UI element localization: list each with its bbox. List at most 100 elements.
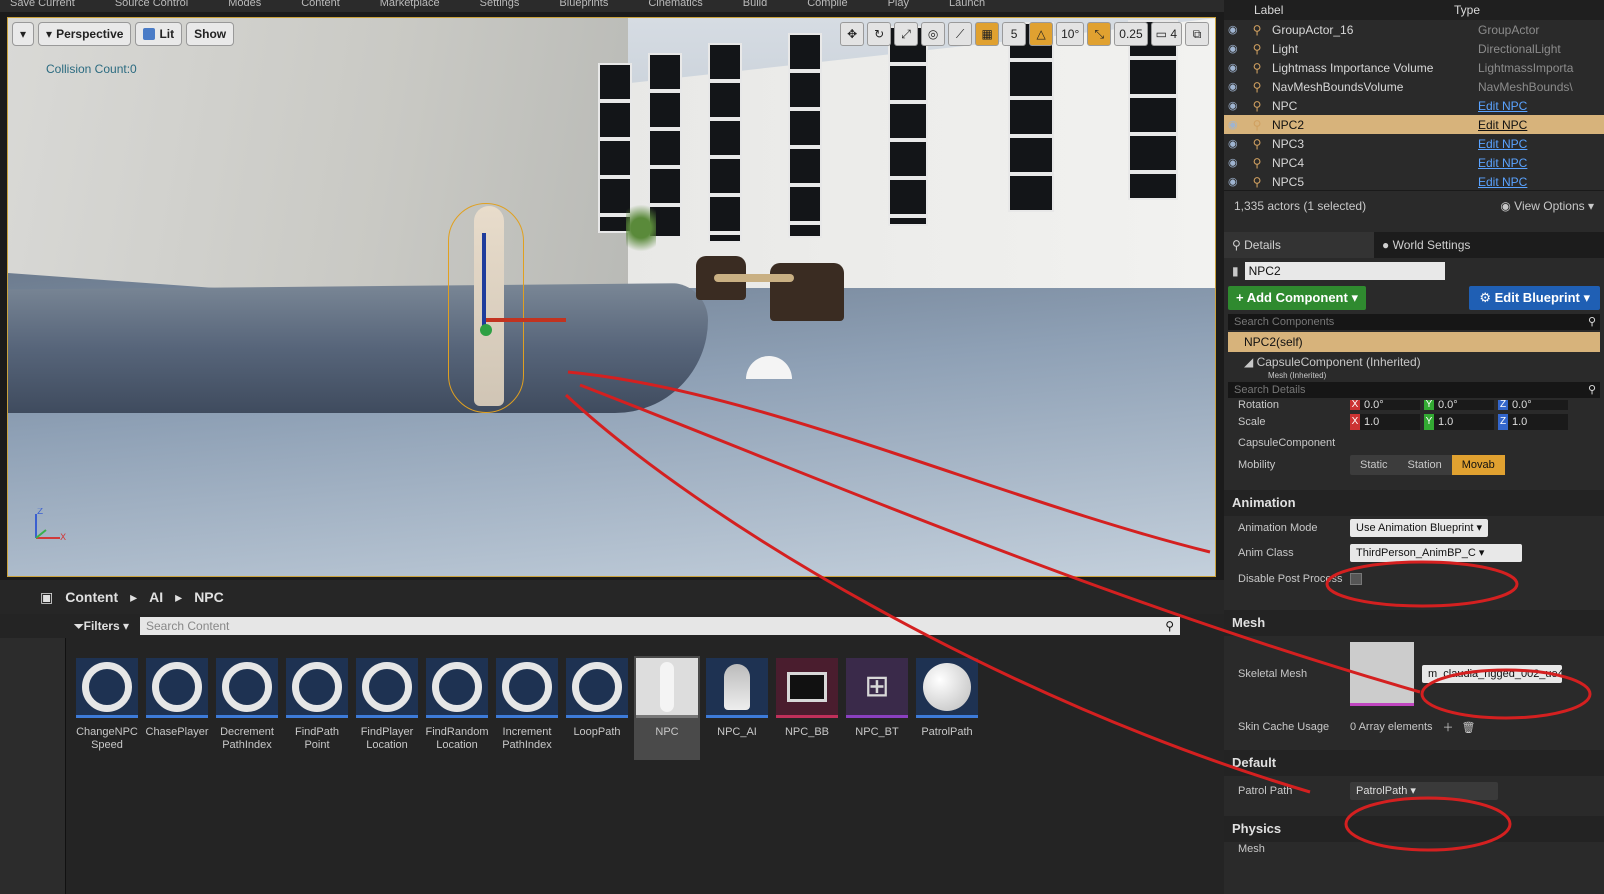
toolbar-item[interactable]: Build	[743, 0, 767, 12]
section-default[interactable]: Default	[1224, 750, 1604, 776]
mobility-static[interactable]: Static	[1350, 455, 1398, 475]
eye-icon[interactable]: ◉	[1224, 156, 1246, 169]
asset-tile[interactable]: ChasePlayer	[144, 656, 210, 760]
toolbar-item[interactable]: Marketplace	[380, 0, 440, 12]
outliner-row[interactable]: ◉ ⚲ GroupActor_16 GroupActor	[1224, 20, 1604, 39]
eye-icon[interactable]: ◉	[1224, 80, 1246, 93]
toolbar-item[interactable]: Launch	[949, 0, 985, 12]
toolbar-item[interactable]: Modes	[228, 0, 261, 12]
gizmo-center[interactable]	[480, 324, 492, 336]
scale-y-field[interactable]: 1.0	[1434, 413, 1494, 430]
edit-npc-link[interactable]: Edit NPC	[1478, 99, 1578, 113]
disable-post-process-checkbox[interactable]	[1350, 572, 1362, 585]
rotation-y-field[interactable]: 0.0°	[1434, 400, 1494, 410]
section-animation[interactable]: Animation	[1224, 490, 1604, 516]
translate-icon[interactable]: ✥	[840, 22, 865, 46]
scale-z-field[interactable]: 1.0	[1508, 413, 1568, 430]
asset-tile[interactable]: FindPath Point	[284, 656, 350, 760]
asset-tile[interactable]: ⊞ NPC_BT	[844, 656, 910, 760]
asset-tile[interactable]: NPC	[634, 656, 700, 760]
outliner-row[interactable]: ◉ ⚲ Light DirectionalLight	[1224, 39, 1604, 58]
grid-snap-value[interactable]: 5	[1002, 22, 1027, 46]
toolbar-item[interactable]: Compile	[807, 0, 847, 12]
angle-snap-value[interactable]: 10°	[1056, 22, 1085, 46]
outliner-row[interactable]: ◉ ⚲ NPC5 Edit NPC	[1224, 172, 1604, 190]
eye-icon[interactable]: ◉	[1224, 137, 1246, 150]
edit-npc-link[interactable]: Edit NPC	[1478, 175, 1578, 189]
view-options-button[interactable]: ◉ View Options ▾	[1500, 199, 1594, 213]
column-label[interactable]: Label	[1254, 0, 1454, 20]
column-type[interactable]: Type	[1454, 0, 1480, 20]
asset-tile[interactable]: FindPlayer Location	[354, 656, 420, 760]
scale-x-field[interactable]: 1.0	[1360, 413, 1420, 430]
gizmo-x-axis[interactable]	[486, 318, 566, 322]
component-self[interactable]: NPC2(self)	[1228, 332, 1600, 352]
lit-button[interactable]: Lit	[135, 22, 183, 46]
eye-icon[interactable]: ◉	[1224, 99, 1246, 112]
maximize-icon[interactable]: ⧉	[1185, 22, 1209, 46]
eye-icon[interactable]: ◉	[1224, 23, 1246, 36]
breadcrumb-npc[interactable]: NPC	[194, 589, 224, 605]
asset-tile[interactable]: PatrolPath	[914, 656, 980, 760]
component-capsule[interactable]: ◢ CapsuleComponent (Inherited)	[1224, 352, 1604, 372]
edit-npc-link[interactable]: Edit NPC	[1478, 137, 1578, 151]
breadcrumb-ai[interactable]: AI	[149, 589, 163, 605]
mobility-stationary[interactable]: Station	[1398, 455, 1452, 475]
toolbar-item[interactable]: Play	[888, 0, 909, 12]
toolbar-item[interactable]: Content	[301, 0, 340, 12]
actor-name-field[interactable]: NPC2	[1244, 262, 1445, 280]
eye-icon[interactable]: ◉	[1224, 175, 1246, 188]
mobility-movable[interactable]: Movab	[1451, 454, 1505, 475]
add-component-button[interactable]: + Add Component ▾	[1228, 286, 1366, 310]
angle-snap-icon[interactable]: △	[1029, 22, 1054, 46]
asset-tile[interactable]: ChangeNPC Speed	[74, 656, 140, 760]
scale-icon[interactable]: ⤢	[894, 22, 919, 46]
animation-mode-dropdown[interactable]: Use Animation Blueprint ▾	[1350, 518, 1488, 537]
asset-tile[interactable]: Decrement PathIndex	[214, 656, 280, 760]
toolbar-item[interactable]: Save Current	[10, 0, 75, 12]
asset-tile[interactable]: NPC_AI	[704, 656, 770, 760]
rotation-x-field[interactable]: 0.0°	[1360, 400, 1420, 410]
edit-npc-link[interactable]: Edit NPC	[1478, 118, 1578, 132]
perspective-button[interactable]: ▾ Perspective	[38, 22, 132, 46]
camera-speed-value[interactable]: ▭ 4	[1150, 22, 1182, 46]
outliner-row[interactable]: ◉ ⚲ NPC Edit NPC	[1224, 96, 1604, 115]
asset-tile[interactable]: Increment PathIndex	[494, 656, 560, 760]
surface-snap-icon[interactable]: ⟋	[948, 22, 973, 46]
add-element-icon[interactable]: ＋	[1443, 719, 1454, 735]
eye-icon[interactable]: ◉	[1224, 42, 1246, 55]
outliner-row[interactable]: ◉ ⚲ Lightmass Importance Volume LightmassIm…	[1224, 58, 1604, 77]
world-icon[interactable]: ◎	[921, 22, 946, 46]
toolbar-item[interactable]: Source Control	[115, 0, 188, 12]
toolbar-item[interactable]: Blueprints	[559, 0, 608, 12]
scale-snap-icon[interactable]: ⤡	[1087, 22, 1112, 46]
asset-tile[interactable]: FindRandom Location	[424, 656, 490, 760]
toolbar-item[interactable]: Settings	[480, 0, 520, 12]
scale-snap-value[interactable]: 0.25	[1114, 22, 1148, 46]
anim-class-dropdown[interactable]: ThirdPerson_AnimBP_C ▾	[1350, 544, 1522, 562]
grid-snap-icon[interactable]: ▦	[975, 22, 1000, 46]
toolbar-item[interactable]: Cinematics	[648, 0, 702, 12]
sources-panel[interactable]	[0, 638, 66, 894]
level-viewport[interactable]: ▾ ▾ Perspective Lit Show ✥ ↻ ⤢ ◎ ⟋ ▦ 5 △ …	[7, 17, 1216, 577]
section-mesh[interactable]: Mesh	[1224, 610, 1604, 636]
skeletal-mesh-thumbnail[interactable]	[1350, 642, 1414, 706]
component-mesh[interactable]: Mesh (Inherited)	[1224, 372, 1604, 380]
show-button[interactable]: Show	[186, 22, 235, 46]
patrol-path-dropdown[interactable]: PatrolPath ▾	[1350, 782, 1498, 800]
filters-button[interactable]: ⏷Filters ▾	[74, 619, 134, 634]
outliner-row[interactable]: ◉ ⚲ NavMeshBoundsVolume NavMeshBounds\	[1224, 77, 1604, 96]
mobility-selector[interactable]: Static Station Movab	[1350, 454, 1505, 475]
rotate-icon[interactable]: ↻	[867, 22, 892, 46]
outliner-row[interactable]: ◉ ⚲ NPC3 Edit NPC	[1224, 134, 1604, 153]
content-search-input[interactable]: Search Content ⚲	[140, 617, 1180, 635]
rotation-z-field[interactable]: 0.0°	[1508, 400, 1568, 410]
search-details-input[interactable]: Search Details ⚲	[1228, 382, 1600, 398]
section-physics[interactable]: Physics	[1224, 816, 1604, 842]
breadcrumb-content[interactable]: Content	[65, 589, 118, 605]
edit-blueprint-button[interactable]: ⚙ Edit Blueprint ▾	[1469, 286, 1600, 310]
asset-tile[interactable]: LoopPath	[564, 656, 630, 760]
tab-details[interactable]: ⚲ Details	[1224, 232, 1374, 258]
tab-world-settings[interactable]: ● World Settings	[1374, 232, 1524, 258]
npc-character[interactable]	[474, 206, 504, 406]
